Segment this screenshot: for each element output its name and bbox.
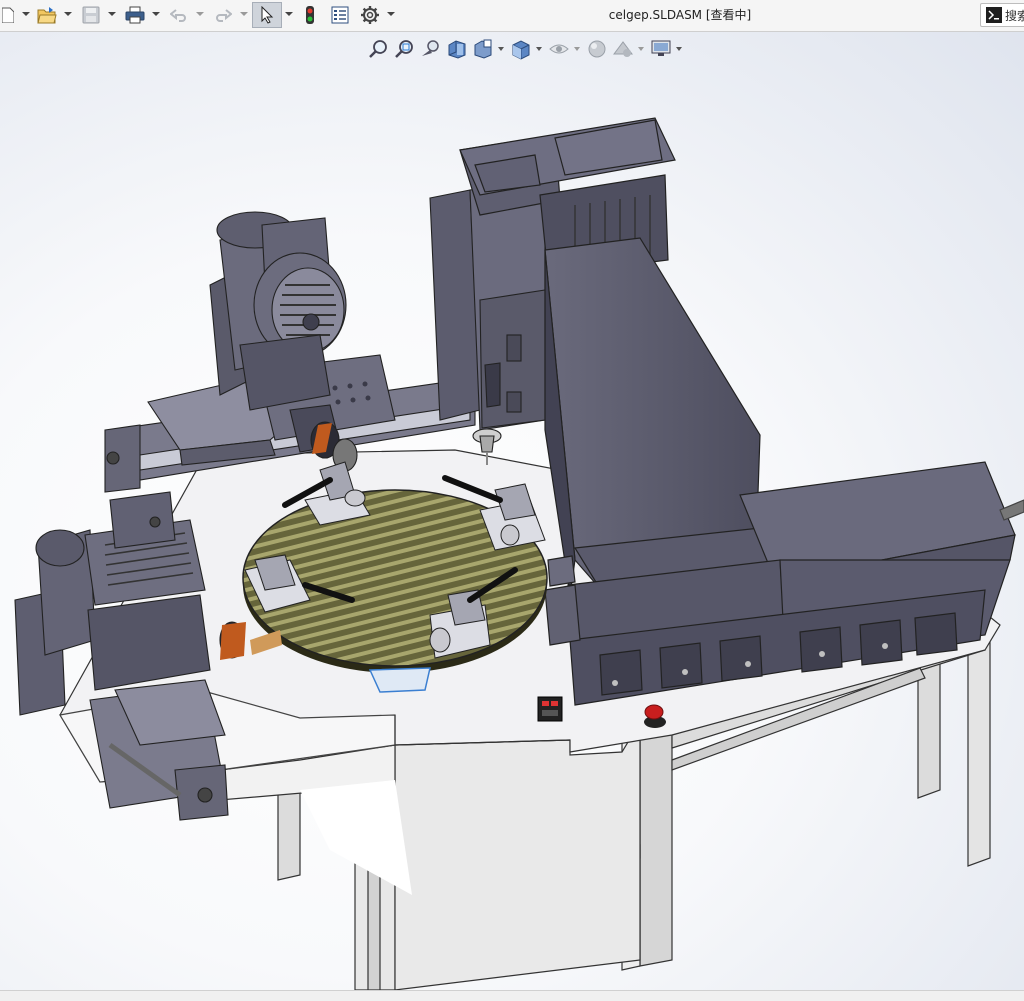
chevron-down-icon[interactable] xyxy=(285,10,293,18)
undo-button[interactable] xyxy=(168,3,190,27)
file-properties-button[interactable] xyxy=(328,3,352,27)
search-placeholder: 搜索 xyxy=(1005,9,1024,23)
chevron-down-icon[interactable] xyxy=(152,10,160,18)
search-input[interactable]: 搜索 xyxy=(980,3,1024,27)
options-button[interactable] xyxy=(358,3,382,27)
open-button[interactable] xyxy=(36,3,58,27)
printer-icon xyxy=(125,6,145,24)
gear-icon xyxy=(361,6,379,24)
open-folder-icon xyxy=(37,7,57,24)
print-button[interactable] xyxy=(124,3,146,27)
save-icon xyxy=(82,6,100,24)
control-panel xyxy=(537,696,563,722)
menu-toolbar: celgep.SLDASM [查看中] 搜索 xyxy=(0,0,1024,32)
status-bar xyxy=(0,990,1024,1001)
command-prompt-icon xyxy=(986,7,1002,23)
redo-icon xyxy=(216,9,232,22)
save-button[interactable] xyxy=(80,3,102,27)
properties-icon xyxy=(331,6,349,24)
chevron-down-icon[interactable] xyxy=(22,10,30,18)
redo-button[interactable] xyxy=(212,3,234,27)
chevron-down-icon[interactable] xyxy=(387,10,395,18)
arrow-cursor-icon xyxy=(261,6,274,24)
chevron-down-icon[interactable] xyxy=(240,10,248,18)
undo-icon xyxy=(170,9,186,22)
chevron-down-icon[interactable] xyxy=(196,10,204,18)
new-document-button[interactable] xyxy=(0,3,16,27)
chevron-down-icon[interactable] xyxy=(108,10,116,18)
new-document-icon xyxy=(2,7,14,23)
chevron-down-icon[interactable] xyxy=(64,10,72,18)
graphics-viewport[interactable] xyxy=(0,32,1024,990)
document-title: celgep.SLDASM [查看中] xyxy=(608,8,752,22)
select-button[interactable] xyxy=(252,2,282,28)
assembly-model[interactable] xyxy=(0,32,1024,990)
traffic-light-icon xyxy=(306,6,314,24)
rebuild-button[interactable] xyxy=(300,3,320,27)
